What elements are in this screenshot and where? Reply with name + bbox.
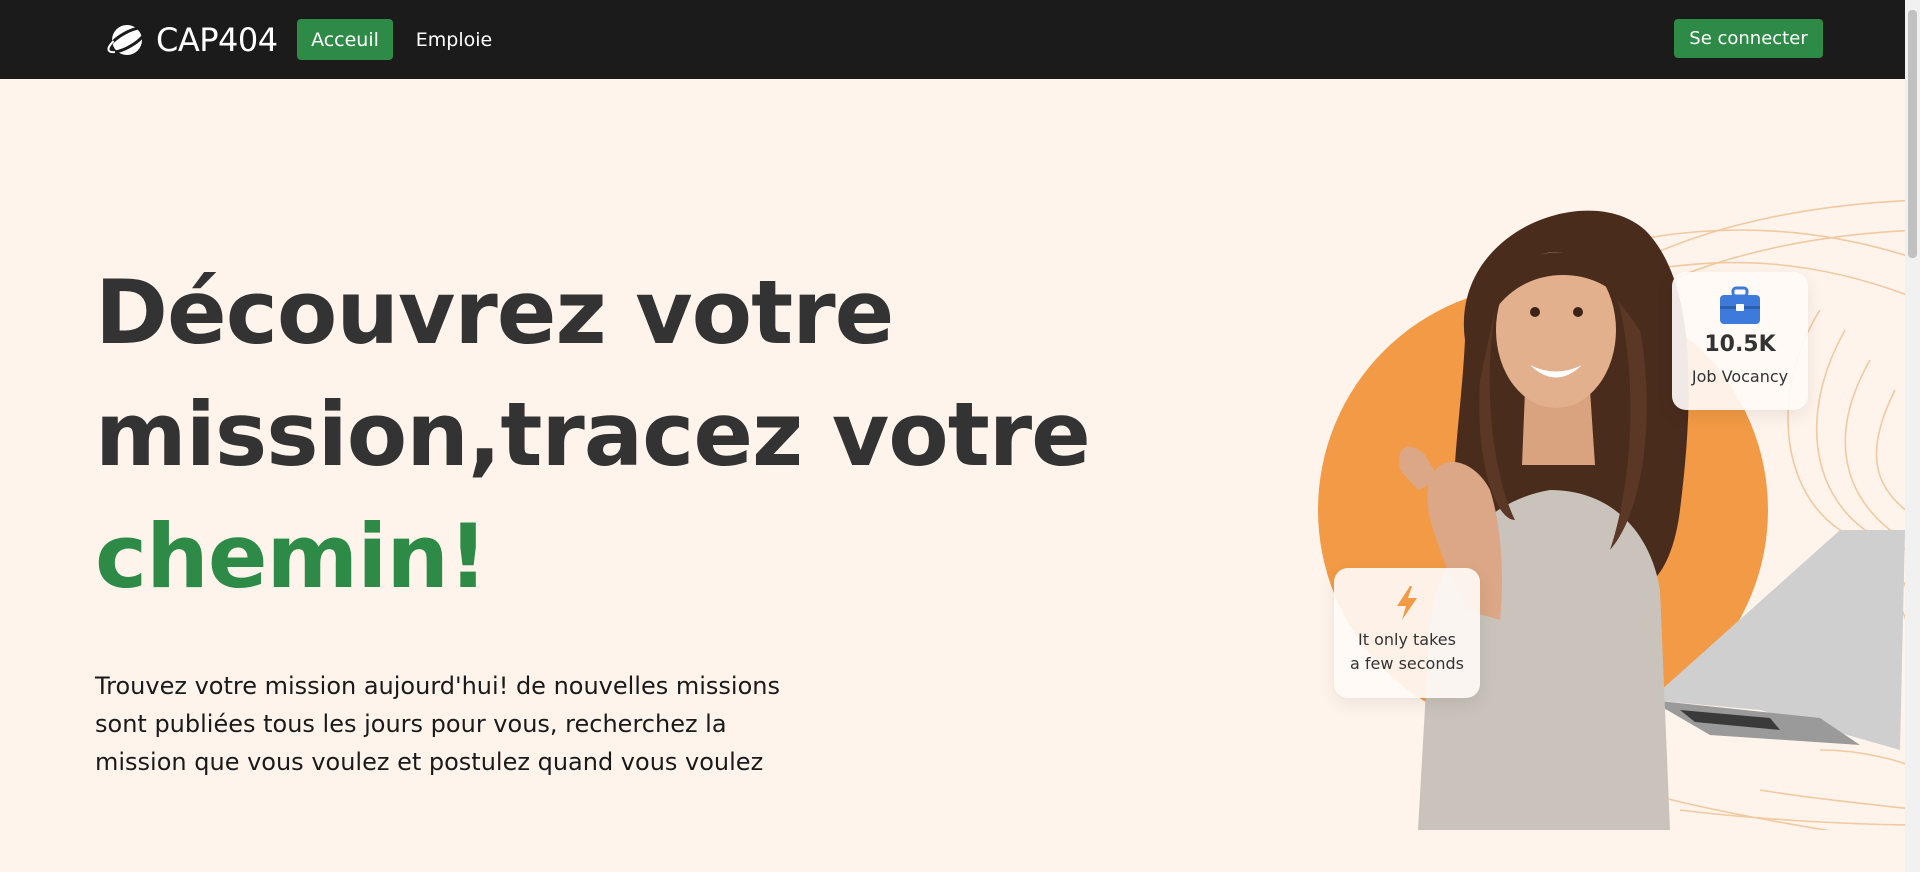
nav-link-label: Acceuil	[311, 28, 379, 51]
nav-link-label: Emploie	[415, 28, 493, 51]
job-vacancy-label: Job Vocancy	[1691, 367, 1789, 386]
hero-title-accent: chemin!	[95, 505, 488, 608]
hero-title-line-1: Découvrez votre	[95, 261, 894, 364]
nav-link-acceuil[interactable]: Acceuil	[297, 19, 393, 60]
top-navbar: CAP404 Acceuil Emploie Se connecter	[0, 0, 1905, 79]
login-button[interactable]: Se connecter	[1674, 19, 1823, 58]
page-scrollbar[interactable]	[1905, 0, 1920, 872]
job-vacancy-card: 10.5K Job Vocancy	[1672, 272, 1808, 410]
quick-apply-line-2: a few seconds	[1350, 654, 1464, 673]
quick-apply-text: It only takes a few seconds	[1350, 628, 1464, 676]
job-vacancy-count: 10.5K	[1704, 332, 1776, 357]
hero-illustration	[1318, 199, 1905, 830]
nav-link-emploie[interactable]: Emploie	[408, 19, 500, 60]
lightning-icon	[1397, 586, 1417, 620]
briefcase-icon	[1720, 286, 1760, 324]
quick-apply-line-1: It only takes	[1358, 630, 1456, 649]
hero-title: Découvrez votre mission,tracez votre che…	[95, 252, 1091, 618]
brand-name: CAP404	[156, 21, 278, 59]
quick-apply-card: It only takes a few seconds	[1334, 568, 1480, 698]
login-button-label: Se connecter	[1689, 28, 1808, 49]
planet-icon	[106, 25, 148, 55]
woman-image	[1399, 210, 1689, 830]
scrollbar-thumb[interactable]	[1908, 10, 1917, 258]
brand-logo[interactable]: CAP404	[105, 18, 278, 62]
hero-description: Trouvez votre mission aujourd'hui! de no…	[95, 672, 780, 776]
hero-title-line-2: mission,tracez votre	[95, 383, 1091, 486]
